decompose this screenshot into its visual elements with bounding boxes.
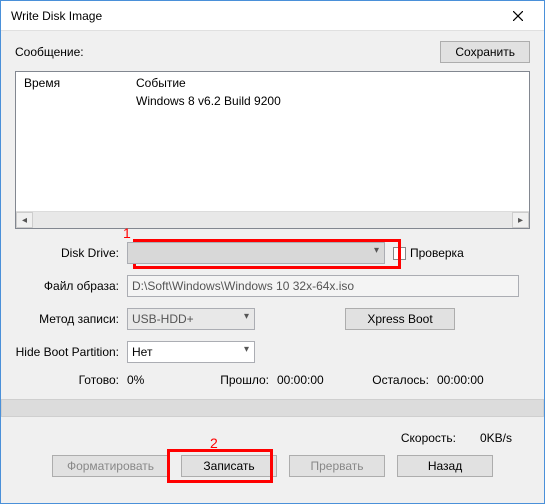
save-button[interactable]: Сохранить <box>440 41 530 63</box>
log-event-row: Windows 8 v6.2 Build 9200 <box>136 94 521 108</box>
message-log: Время Событие Windows 8 v6.2 Build 9200 … <box>15 71 530 229</box>
titlebar: Write Disk Image <box>1 1 544 31</box>
hide-partition-select[interactable]: Нет <box>127 341 255 363</box>
speed-value: 0KB/s <box>480 431 530 445</box>
close-button[interactable] <box>498 2 538 30</box>
messages-label: Сообщение: <box>15 45 84 59</box>
abort-button[interactable]: Прервать <box>289 455 385 477</box>
write-button[interactable]: Записать <box>181 455 277 477</box>
window-title: Write Disk Image <box>11 9 498 23</box>
close-icon <box>513 11 523 21</box>
back-button[interactable]: Назад <box>397 455 493 477</box>
hide-partition-label: Hide Boot Partition: <box>15 345 127 359</box>
progress-bar <box>1 399 544 417</box>
format-button[interactable]: Форматировать <box>52 455 169 477</box>
button-row: 2 Форматировать Записать Прервать Назад <box>15 455 530 477</box>
ready-label: Готово: <box>15 373 127 387</box>
bottom-area: Скорость: 0KB/s 2 Форматировать Записать… <box>15 431 530 477</box>
image-file-input[interactable] <box>127 275 519 297</box>
scroll-track[interactable] <box>33 212 512 228</box>
image-file-label: Файл образа: <box>15 279 127 293</box>
xpress-boot-button[interactable]: Xpress Boot <box>345 308 455 330</box>
verify-checkbox-group[interactable]: Проверка <box>393 246 464 260</box>
verify-label: Проверка <box>410 246 464 260</box>
status-row: Готово: 0% Прошло: 00:00:00 Осталось: 00… <box>15 373 530 387</box>
verify-checkbox[interactable] <box>393 247 406 260</box>
scroll-right-icon[interactable]: ▸ <box>512 212 529 228</box>
remaining-value: 00:00:00 <box>437 373 484 387</box>
window: Write Disk Image Сообщение: Сохранить Вр… <box>0 0 545 504</box>
ready-value: 0% <box>127 373 207 387</box>
log-header-time: Время <box>24 76 120 90</box>
elapsed-value: 00:00:00 <box>277 373 367 387</box>
speed-label: Скорость: <box>401 431 456 445</box>
disk-drive-select[interactable] <box>127 242 385 264</box>
remaining-label: Осталось: <box>367 373 437 387</box>
content-area: Сообщение: Сохранить Время Событие Windo… <box>1 31 544 503</box>
horizontal-scrollbar[interactable]: ◂ ▸ <box>16 211 529 228</box>
write-method-select[interactable]: USB-HDD+ <box>127 308 255 330</box>
form-area: 1 Disk Drive: Проверка Файл образа: <box>15 241 530 387</box>
disk-drive-label: Disk Drive: <box>15 246 127 260</box>
log-header-event: Событие <box>136 76 521 90</box>
elapsed-label: Прошло: <box>207 373 277 387</box>
write-method-label: Метод записи: <box>15 312 127 326</box>
scroll-left-icon[interactable]: ◂ <box>16 212 33 228</box>
